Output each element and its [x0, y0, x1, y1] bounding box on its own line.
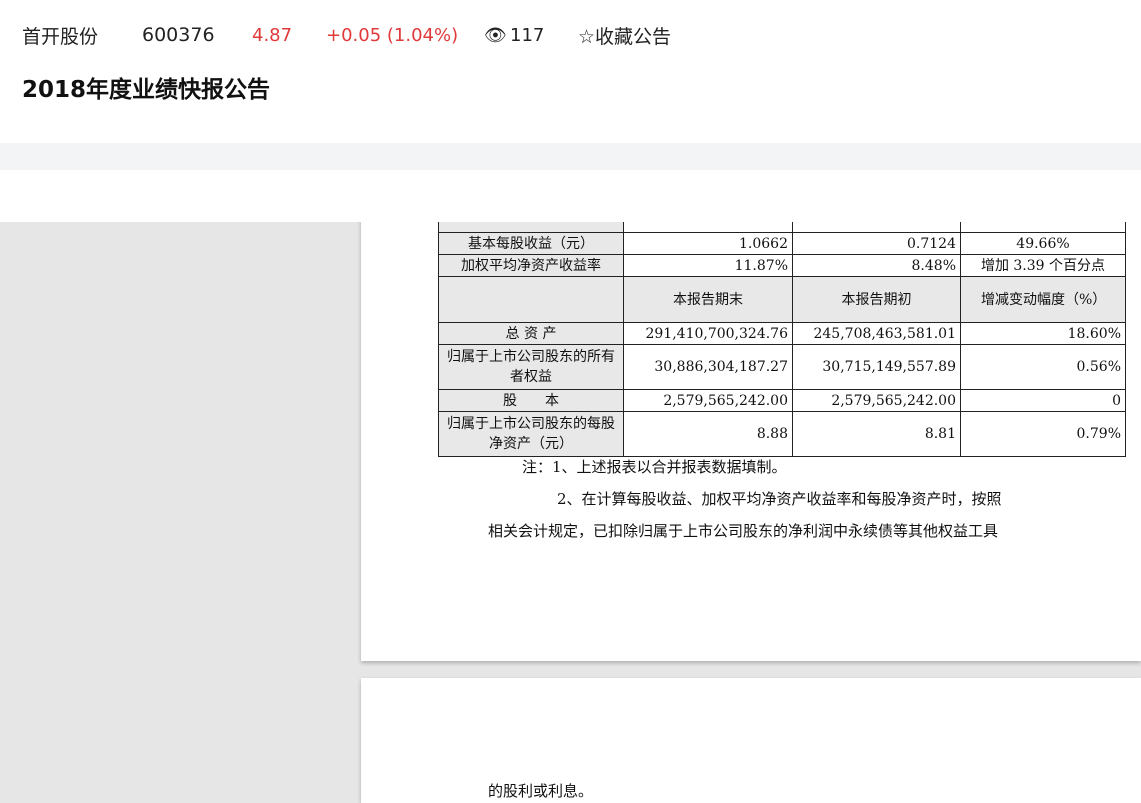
note-line: 的股利或利息。	[488, 782, 594, 800]
row-label: 归属于上市公司股东的每股净资产（元）	[438, 411, 624, 457]
cell: 245,708,463,581.01	[792, 322, 961, 345]
stock-name: 首开股份	[22, 25, 99, 48]
table-row: 基本每股收益（元） 1.0662 0.7124 49.66%	[438, 232, 1126, 255]
note-line: 相关会计规定，已扣除归属于上市公司股东的净利润中永续债等其他权益工具	[488, 522, 999, 540]
cell: 8.48%	[792, 254, 961, 277]
favorite-button[interactable]: ☆收藏公告	[578, 22, 671, 49]
cell: 18.60%	[960, 322, 1126, 345]
cell: 增加 3.39 个百分点	[960, 254, 1126, 277]
column-header: 本报告期初	[792, 276, 961, 323]
table-row: 股 本 2,579,565,242.00 2,579,565,242.00 0	[438, 389, 1126, 412]
row-label: 归属于上市公司股东的所有者权益	[438, 344, 624, 390]
page-title: 2018年度业绩快报公告	[22, 77, 271, 103]
pdf-page: 基本每股收益（元） 1.0662 0.7124 49.66% 加权平均净资产收益率 11…	[361, 222, 1141, 661]
pdf-page: 的股利或利息。	[361, 678, 1141, 803]
cell: 0.79%	[960, 411, 1126, 457]
financial-table: 基本每股收益（元） 1.0662 0.7124 49.66% 加权平均净资产收益率 11…	[438, 222, 1126, 457]
cell: 0	[960, 389, 1126, 412]
table-row: 归属于上市公司股东的每股净资产（元） 8.88 8.81 0.79%	[438, 411, 1126, 457]
divider-band	[0, 143, 1141, 170]
view-count: 117	[510, 24, 545, 46]
cell: 2,579,565,242.00	[792, 389, 961, 412]
cell: 2,579,565,242.00	[623, 389, 793, 412]
eye-icon: 👁	[484, 24, 507, 46]
cell: 1.0662	[623, 232, 793, 255]
cell: 49.66%	[960, 232, 1126, 255]
pdf-viewer[interactable]: 基本每股收益（元） 1.0662 0.7124 49.66% 加权平均净资产收益率 11…	[0, 222, 1141, 803]
note-line: 注：1、上述报表以合并报表数据填制。	[522, 458, 787, 476]
row-label: 加权平均净资产收益率	[438, 254, 624, 277]
stock-change: +0.05 (1.04%)	[326, 24, 459, 46]
table-header-row: 本报告期末 本报告期初 增减变动幅度（%）	[438, 276, 1126, 323]
cell: 30,886,304,187.27	[623, 344, 793, 390]
cell: 0.56%	[960, 344, 1126, 390]
row-label: 总 资 产	[438, 322, 624, 345]
table-row: 归属于上市公司股东的所有者权益 30,886,304,187.27 30,715,1…	[438, 344, 1126, 390]
row-label: 基本每股收益（元）	[438, 232, 624, 255]
column-header: 增减变动幅度（%）	[960, 276, 1126, 323]
row-label: 股 本	[438, 389, 624, 412]
table-row: 加权平均净资产收益率 11.87% 8.48% 增加 3.39 个百分点	[438, 254, 1126, 277]
cell: 8.88	[623, 411, 793, 457]
stock-code: 600376	[142, 24, 215, 46]
cell: 291,410,700,324.76	[623, 322, 793, 345]
cell: 11.87%	[623, 254, 793, 277]
stock-price: 4.87	[252, 24, 293, 46]
table-row	[438, 222, 1126, 233]
note-line: 2、在计算每股收益、加权平均净资产收益率和每股净资产时，按照	[557, 490, 1002, 508]
cell: 30,715,149,557.89	[792, 344, 961, 390]
table-row: 总 资 产 291,410,700,324.76 245,708,463,581.0…	[438, 322, 1126, 345]
cell: 0.7124	[792, 232, 961, 255]
column-header: 本报告期末	[623, 276, 793, 323]
cell: 8.81	[792, 411, 961, 457]
